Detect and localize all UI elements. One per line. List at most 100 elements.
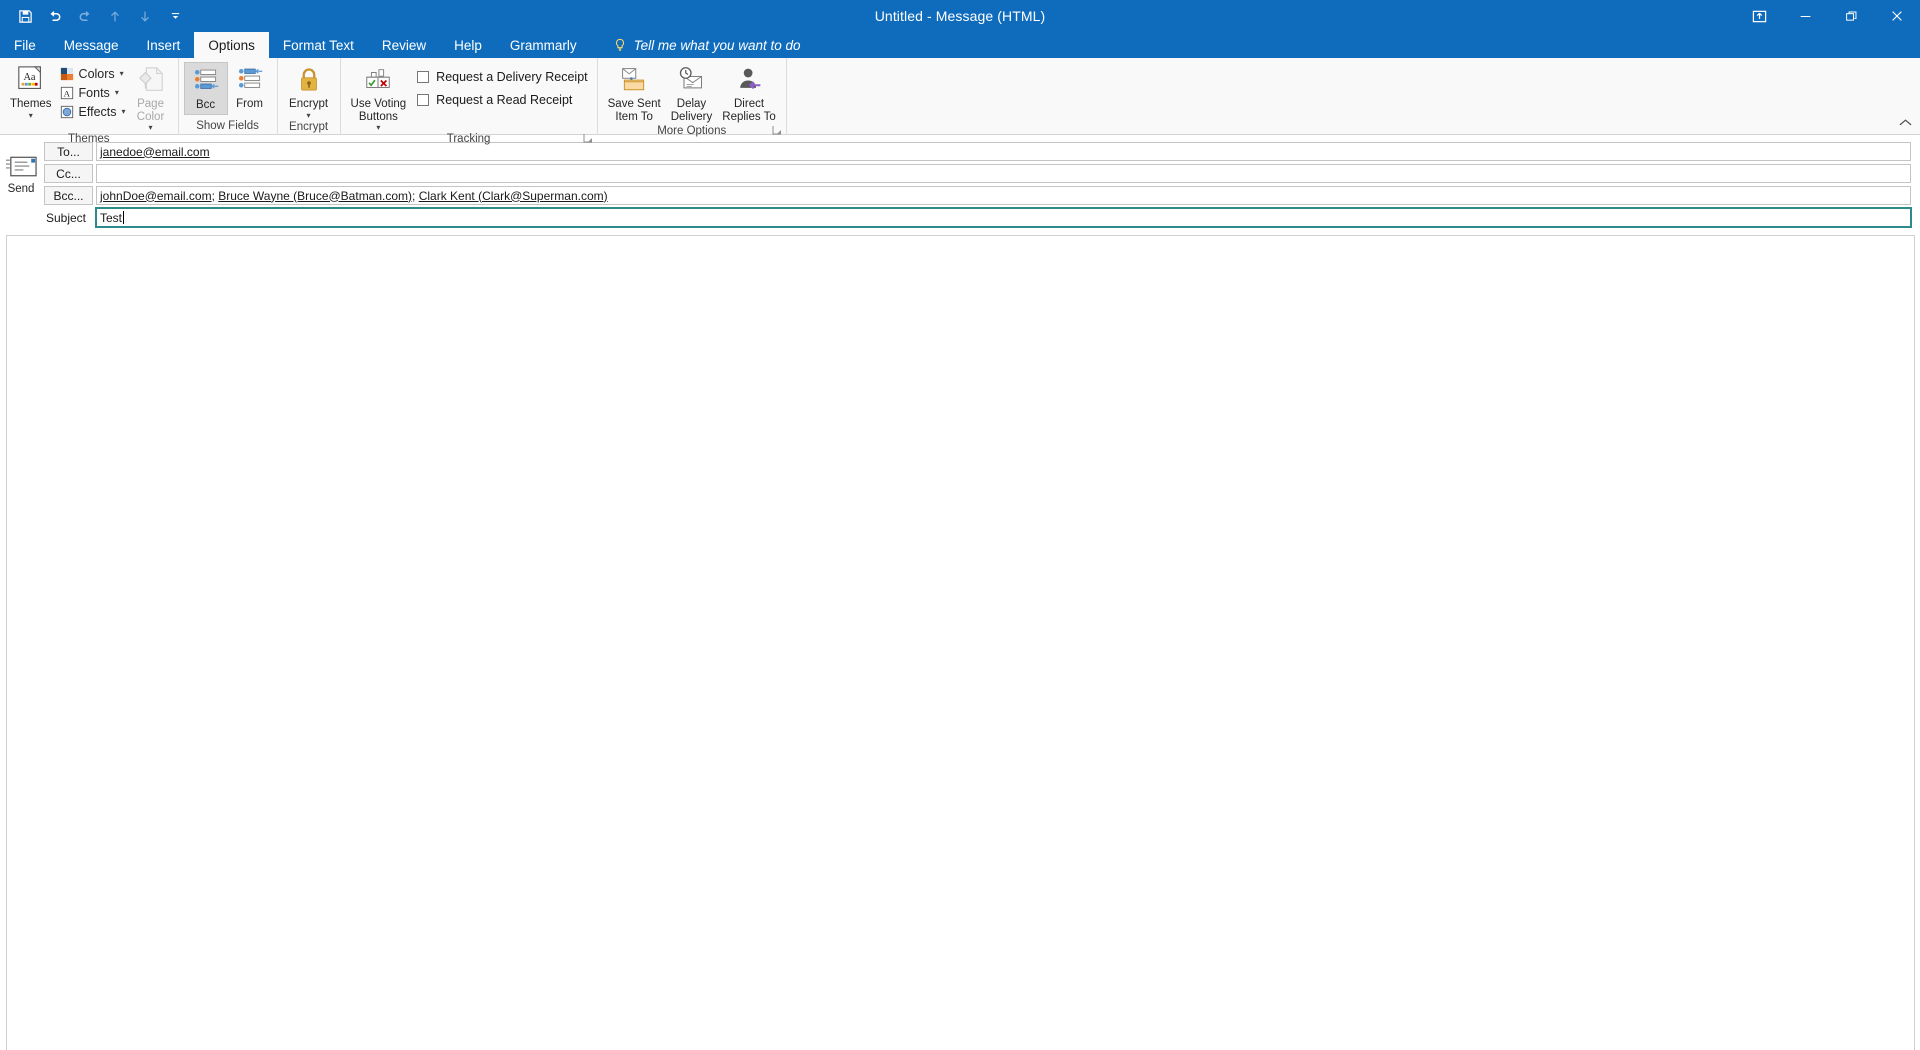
group-label-show-fields: Show Fields bbox=[196, 119, 259, 132]
undo-icon[interactable] bbox=[40, 3, 70, 29]
chevron-down-icon: ▾ bbox=[28, 110, 33, 120]
bcc-row: Bcc... johnDoe@email.com; Bruce Wayne (B… bbox=[42, 185, 1916, 206]
close-icon[interactable] bbox=[1874, 0, 1920, 32]
ribbon-group-encrypt: Encrypt ▾ Encrypt bbox=[278, 58, 341, 134]
request-read-receipt-label: Request a Read Receipt bbox=[436, 93, 573, 107]
use-voting-buttons-button[interactable]: Use Voting Buttons ▾ bbox=[346, 62, 412, 133]
themes-label: Themes bbox=[10, 98, 52, 110]
colors-icon bbox=[60, 66, 75, 81]
redo-icon[interactable] bbox=[70, 3, 100, 29]
effects-label: Effects bbox=[78, 104, 117, 119]
quick-access-toolbar bbox=[0, 3, 190, 29]
minimize-icon[interactable] bbox=[1782, 0, 1828, 32]
subject-input[interactable]: Test bbox=[95, 207, 1912, 228]
tab-help[interactable]: Help bbox=[440, 32, 496, 58]
group-label-encrypt: Encrypt bbox=[289, 121, 329, 134]
window-title: Untitled - Message (HTML) bbox=[874, 8, 1046, 24]
to-row: To... janedoe@email.com bbox=[42, 141, 1916, 162]
request-delivery-receipt-row[interactable]: Request a Delivery Receipt bbox=[417, 70, 588, 84]
colors-button[interactable]: Colors ▾ bbox=[57, 64, 129, 83]
effects-button[interactable]: Effects ▾ bbox=[57, 102, 129, 121]
restore-icon[interactable] bbox=[1828, 0, 1874, 32]
ribbon-display-options-icon[interactable] bbox=[1736, 0, 1782, 32]
ribbon-group-more-options: Save Sent Item To Delay Delivery Direct … bbox=[598, 58, 787, 137]
voting-buttons-icon bbox=[363, 64, 393, 96]
chevron-down-icon: ▾ bbox=[148, 123, 153, 132]
use-voting-buttons-label: Use Voting Buttons bbox=[350, 98, 407, 123]
bcc-field-icon bbox=[192, 65, 220, 97]
save-icon[interactable] bbox=[10, 3, 40, 29]
svg-text:A: A bbox=[64, 88, 71, 98]
chevron-down-icon: ▾ bbox=[114, 88, 119, 97]
bcc-toggle-button[interactable]: Bcc bbox=[183, 62, 228, 115]
more-options-dialog-launcher[interactable] bbox=[772, 125, 782, 135]
from-toggle-button[interactable]: From bbox=[228, 62, 272, 113]
cc-input[interactable] bbox=[96, 164, 1911, 183]
lock-icon bbox=[295, 64, 323, 96]
bcc-button[interactable]: Bcc... bbox=[44, 186, 93, 205]
save-sent-item-to-button[interactable]: Save Sent Item To bbox=[603, 62, 666, 125]
bcc-input[interactable]: johnDoe@email.com; Bruce Wayne (Bruce@Ba… bbox=[96, 186, 1911, 205]
subject-value: Test bbox=[100, 210, 123, 225]
send-icon bbox=[5, 156, 37, 177]
chevron-down-icon: ▾ bbox=[119, 69, 124, 78]
request-read-receipt-checkbox[interactable] bbox=[417, 94, 430, 106]
tab-format-text[interactable]: Format Text bbox=[269, 32, 368, 58]
themes-small-buttons: Colors ▾ A Fonts ▾ Effects ▾ bbox=[57, 62, 129, 121]
chevron-down-bar-icon[interactable] bbox=[160, 3, 190, 29]
group-label-themes: Themes bbox=[68, 133, 110, 145]
effects-icon bbox=[60, 104, 75, 119]
colors-label: Colors bbox=[78, 66, 115, 81]
ribbon: Aa Themes ▾ Colors ▾ A Fonts ▾ Effects ▾… bbox=[0, 58, 1920, 145]
page-color-icon bbox=[136, 64, 166, 96]
page-color-button[interactable]: Page Color ▾ bbox=[129, 62, 173, 133]
arrow-down-icon[interactable] bbox=[130, 3, 160, 29]
fonts-button[interactable]: A Fonts ▾ bbox=[57, 83, 129, 102]
window-controls bbox=[1736, 0, 1920, 32]
svg-text:Aa: Aa bbox=[23, 72, 35, 83]
ribbon-group-themes: Aa Themes ▾ Colors ▾ A Fonts ▾ Effects ▾… bbox=[0, 58, 179, 145]
delay-delivery-button[interactable]: Delay Delivery bbox=[666, 62, 718, 125]
tell-me-box[interactable]: Tell me what you want to do bbox=[591, 32, 801, 58]
save-sent-item-to-label: Save Sent Item To bbox=[607, 98, 661, 123]
ribbon-group-show-fields: Bcc From Show Fields bbox=[179, 58, 278, 134]
group-label-more-options: More Options bbox=[598, 125, 786, 137]
tab-options[interactable]: Options bbox=[194, 32, 269, 58]
bcc-recipient: Clark Kent (Clark@Superman.com) bbox=[418, 188, 608, 203]
subject-label: Subject bbox=[45, 210, 86, 225]
tracking-checkboxes: Request a Delivery Receipt Request a Rea… bbox=[411, 62, 591, 107]
from-toggle-label: From bbox=[236, 98, 263, 110]
cc-button[interactable]: Cc... bbox=[44, 164, 93, 183]
request-delivery-receipt-label: Request a Delivery Receipt bbox=[436, 70, 588, 84]
send-button-label: Send bbox=[7, 183, 35, 195]
send-button[interactable]: Send bbox=[5, 155, 38, 195]
encrypt-button[interactable]: Encrypt ▾ bbox=[283, 62, 335, 121]
request-delivery-receipt-checkbox[interactable] bbox=[417, 71, 430, 83]
bcc-recipients: johnDoe@email.com; Bruce Wayne (Bruce@Ba… bbox=[100, 189, 608, 203]
themes-icon: Aa bbox=[16, 64, 46, 96]
recipient-fields: To... janedoe@email.com Cc... Bcc... joh… bbox=[42, 141, 1920, 229]
bcc-toggle-label: Bcc bbox=[195, 99, 216, 111]
group-label-tracking: Tracking bbox=[341, 133, 597, 145]
themes-button[interactable]: Aa Themes ▾ bbox=[5, 62, 57, 121]
tab-message[interactable]: Message bbox=[50, 32, 133, 58]
lightbulb-icon bbox=[615, 38, 624, 51]
fonts-label: Fonts bbox=[78, 85, 110, 100]
direct-replies-to-label: Direct Replies To bbox=[722, 98, 776, 123]
tab-insert[interactable]: Insert bbox=[133, 32, 195, 58]
collapse-ribbon-icon[interactable] bbox=[1899, 118, 1912, 130]
arrow-up-icon[interactable] bbox=[100, 3, 130, 29]
direct-replies-to-button[interactable]: Direct Replies To bbox=[717, 62, 781, 125]
tab-grammarly[interactable]: Grammarly bbox=[496, 32, 591, 58]
bcc-separator: ; bbox=[412, 188, 419, 203]
save-sent-item-icon bbox=[619, 64, 649, 96]
bcc-recipient: Bruce Wayne (Bruce@Batman.com) bbox=[218, 188, 413, 203]
delay-delivery-label: Delay Delivery bbox=[670, 98, 713, 123]
tab-review[interactable]: Review bbox=[368, 32, 440, 58]
tab-file[interactable]: File bbox=[0, 32, 50, 58]
direct-replies-icon bbox=[734, 64, 764, 96]
message-body[interactable] bbox=[6, 235, 1915, 1050]
tracking-dialog-launcher[interactable] bbox=[583, 133, 593, 143]
encrypt-label: Encrypt bbox=[289, 98, 329, 110]
request-read-receipt-row[interactable]: Request a Read Receipt bbox=[417, 93, 587, 107]
